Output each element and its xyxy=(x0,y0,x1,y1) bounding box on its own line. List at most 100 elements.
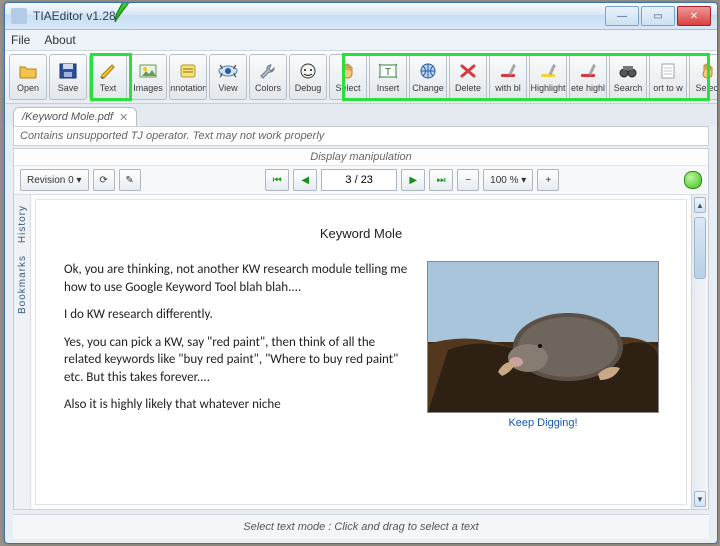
folder-icon xyxy=(17,61,39,81)
title-bar: TIAEditor v1.28 — ▭ ✕ xyxy=(5,3,717,30)
hand-icon xyxy=(697,61,718,81)
warning-banner: Contains unsupported TJ operator. Text m… xyxy=(13,126,709,146)
document-tab-strip: /Keyword Mole.pdf ✕ xyxy=(5,104,717,126)
textbox-icon: T xyxy=(377,61,399,81)
toolbar-text-label: Text xyxy=(100,83,117,93)
display-controls: Revision 0 ▾ ⟳ ✎ ⏮ ◀ ▶ ⏭ − 100 % ▾ + xyxy=(14,166,708,195)
doc-text: Ok, you are thinking, not another KW res… xyxy=(64,261,414,429)
toolbar-view-label: View xyxy=(218,83,237,93)
toolbar-save-button[interactable]: Save xyxy=(49,54,87,100)
doc-title: Keyword Mole xyxy=(64,226,658,241)
tab-label: /Keyword Mole.pdf xyxy=(22,111,113,123)
toolbar-change-button[interactable]: Change xyxy=(409,54,447,100)
note-icon xyxy=(177,61,199,81)
doc-paragraph: Ok, you are thinking, not another KW res… xyxy=(64,261,414,296)
toolbar-search-label: Search xyxy=(614,83,643,93)
revision-dropdown[interactable]: Revision 0 ▾ xyxy=(20,169,89,191)
eye-icon xyxy=(217,61,239,81)
panel-heading: Display manipulation xyxy=(14,149,708,166)
scroll-up-button[interactable]: ▲ xyxy=(694,197,706,213)
wand-yel-icon xyxy=(537,61,559,81)
status-lamp xyxy=(684,171,702,189)
toolbar-delete-button[interactable]: Delete xyxy=(449,54,487,100)
toolbar-open-button[interactable]: Open xyxy=(9,54,47,100)
pencil-icon xyxy=(97,61,119,81)
toolbar-colors-button[interactable]: Colors xyxy=(249,54,287,100)
zoom-out-button[interactable]: − xyxy=(457,169,479,191)
side-tab-history[interactable]: History xyxy=(17,205,28,243)
minimize-button[interactable]: — xyxy=(605,6,639,26)
menu-bar: File About xyxy=(5,30,717,51)
toolbar-debug-button[interactable]: Debug xyxy=(289,54,327,100)
next-page-button[interactable]: ▶ xyxy=(401,169,425,191)
sheet-icon xyxy=(657,61,679,81)
toolbar-insert-button[interactable]: T Insert xyxy=(369,54,407,100)
toolbar-search-button[interactable]: Search xyxy=(609,54,647,100)
app-icon xyxy=(11,8,27,24)
tool-button[interactable]: ✎ xyxy=(119,169,141,191)
maximize-button[interactable]: ▭ xyxy=(641,6,675,26)
toolbar-export-button[interactable]: ort to w xyxy=(649,54,687,100)
toolbar-highlight-button[interactable]: Highlight xyxy=(529,54,567,100)
toolbar-dehighlight-button[interactable]: ete highl xyxy=(569,54,607,100)
toolbar-images-label: Images xyxy=(133,83,163,93)
first-page-button[interactable]: ⏮ xyxy=(265,169,289,191)
toolbar-open-label: Open xyxy=(17,83,39,93)
toolbar-text-button[interactable]: Text xyxy=(89,54,127,100)
doc-paragraph: Also it is highly likely that whatever n… xyxy=(64,396,414,414)
toolbar-view-button[interactable]: View xyxy=(209,54,247,100)
toolbar-select2-label: Select xyxy=(695,83,718,93)
toolbar-withbl-button[interactable]: with bl xyxy=(489,54,527,100)
document-view[interactable]: Keyword Mole Ok, you are thinking, not a… xyxy=(35,199,687,505)
display-panel: Display manipulation Revision 0 ▾ ⟳ ✎ ⏮ … xyxy=(13,148,709,510)
doc-image-caption: Keep Digging! xyxy=(508,417,577,429)
close-button[interactable]: ✕ xyxy=(677,6,711,26)
side-tab-bookmarks[interactable]: Bookmarks xyxy=(17,255,28,314)
toolbar-annotations-label: Annotations xyxy=(169,83,207,93)
last-page-button[interactable]: ⏭ xyxy=(429,169,453,191)
menu-about[interactable]: About xyxy=(44,33,75,47)
toolbar-select-label: Select xyxy=(335,83,360,93)
toolbar-annotations-button[interactable]: Annotations xyxy=(169,54,207,100)
toolbar-debug-label: Debug xyxy=(295,83,322,93)
doc-paragraph: Yes, you can pick a KW, say "red paint",… xyxy=(64,334,414,387)
prev-page-button[interactable]: ◀ xyxy=(293,169,317,191)
picture-icon xyxy=(137,61,159,81)
cross-icon xyxy=(457,61,479,81)
vertical-scrollbar[interactable]: ▲ ▼ xyxy=(691,195,708,509)
wrench-icon xyxy=(257,61,279,81)
menu-file[interactable]: File xyxy=(11,33,30,47)
toolbar-dehighlight-label: ete highl xyxy=(571,83,605,93)
toolbar-insert-label: Insert xyxy=(377,83,400,93)
status-bar: Select text mode : Click and drag to sel… xyxy=(13,514,709,539)
toolbar-save-label: Save xyxy=(58,83,79,93)
scroll-down-button[interactable]: ▼ xyxy=(694,491,706,507)
zoom-in-button[interactable]: + xyxy=(537,169,559,191)
floppy-icon xyxy=(57,61,79,81)
side-tab-rail: History Bookmarks xyxy=(14,195,31,509)
binoc-icon xyxy=(617,61,639,81)
toolbar-select2-button[interactable]: Select xyxy=(689,54,718,100)
window-title: TIAEditor v1.28 xyxy=(33,9,605,23)
tab-close-icon[interactable]: ✕ xyxy=(119,111,128,124)
page-field[interactable] xyxy=(321,169,397,191)
doc-image-mole xyxy=(427,261,659,413)
toolbar-change-label: Change xyxy=(412,83,444,93)
zoom-dropdown[interactable]: 100 % ▾ xyxy=(483,169,533,191)
hand-icon xyxy=(337,61,359,81)
toolbar-withbl-label: with bl xyxy=(495,83,521,93)
toolbar-colors-label: Colors xyxy=(255,83,281,93)
wand-red-icon xyxy=(497,61,519,81)
document-tab[interactable]: /Keyword Mole.pdf ✕ xyxy=(13,107,137,126)
app-window: TIAEditor v1.28 — ▭ ✕ File About Open Sav… xyxy=(4,2,718,544)
face-icon xyxy=(297,61,319,81)
main-toolbar: Open Save Text Images Annotations View Colors D… xyxy=(5,51,717,104)
doc-paragraph: I do KW research differently. xyxy=(64,306,414,324)
toolbar-delete-label: Delete xyxy=(455,83,481,93)
toolbar-images-button[interactable]: Images xyxy=(129,54,167,100)
scroll-thumb[interactable] xyxy=(694,217,706,279)
toolbar-export-label: ort to w xyxy=(653,83,683,93)
toolbar-select-button[interactable]: Select xyxy=(329,54,367,100)
globe-icon xyxy=(417,61,439,81)
refresh-button[interactable]: ⟳ xyxy=(93,169,115,191)
